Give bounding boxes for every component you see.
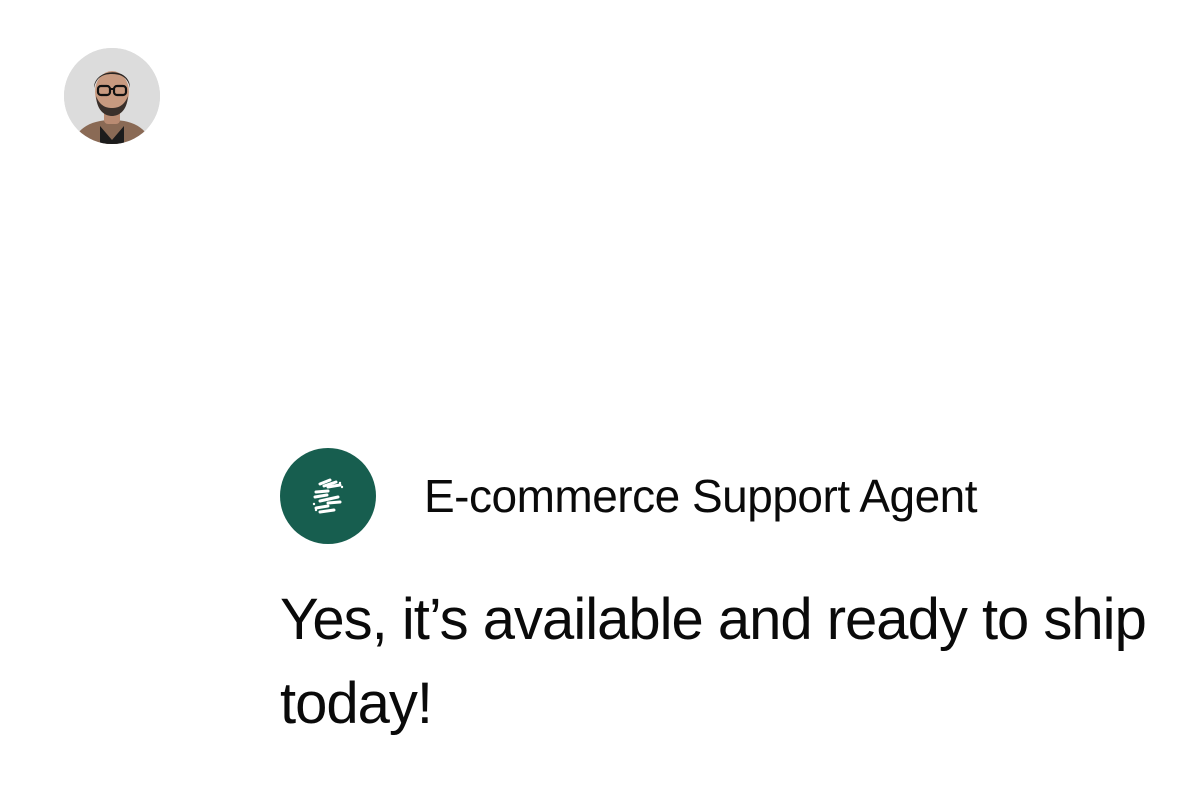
agent-message: Yes, it’s available and ready to ship to… (280, 587, 1147, 736)
stripe-s-logo-icon (312, 478, 344, 514)
agent-header: E-commerce Support Agent (280, 448, 978, 544)
agent-name: E-commerce Support Agent (424, 470, 978, 522)
agent-logo (280, 448, 376, 544)
user-avatar-photo (64, 48, 160, 144)
user-avatar (64, 48, 160, 144)
